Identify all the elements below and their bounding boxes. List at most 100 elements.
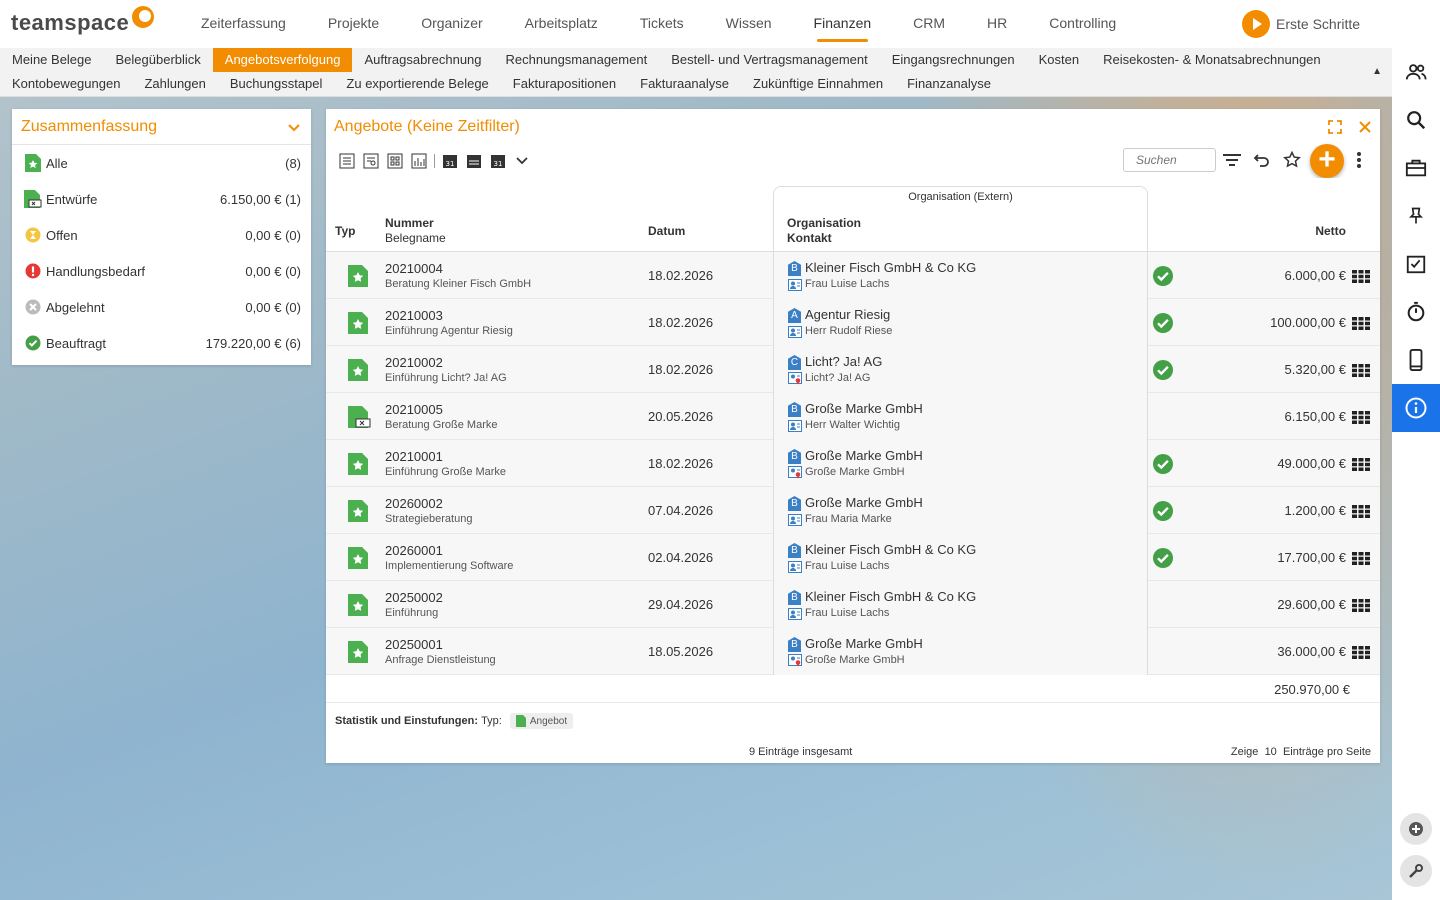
table-row[interactable]: 20260001 Implementierung Software 02.04.20…: [326, 534, 1380, 581]
list-view-icon[interactable]: [338, 152, 356, 170]
subnav-fakturapositionen[interactable]: Fakturapositionen: [501, 72, 628, 96]
topnav-controlling[interactable]: Controlling: [1028, 0, 1137, 48]
topnav-projekte[interactable]: Projekte: [307, 0, 400, 48]
contacts-icon[interactable]: [1392, 48, 1440, 96]
contact-name[interactable]: Frau Luise Lachs: [805, 607, 889, 619]
filter-icon[interactable]: [1221, 149, 1243, 171]
search-icon[interactable]: [1392, 96, 1440, 144]
grid-menu-icon[interactable]: [1352, 270, 1370, 288]
org-name[interactable]: Kleiner Fisch GmbH & Co KG: [805, 542, 976, 557]
subnav-angebotsverfolgung[interactable]: Angebotsverfolgung: [212, 48, 353, 72]
subnav-fakturaanalyse[interactable]: Fakturaanalyse: [628, 72, 741, 96]
topnav-wissen[interactable]: Wissen: [705, 0, 793, 48]
col-netto[interactable]: Netto: [1315, 224, 1346, 239]
summary-item-offen[interactable]: Offen 0,00 € (0): [12, 217, 311, 253]
chevron-down-icon[interactable]: [286, 119, 302, 135]
grid-menu-icon[interactable]: [1352, 458, 1370, 476]
subnav-buchungsstapel[interactable]: Buchungsstapel: [218, 72, 335, 96]
topnav-arbeitsplatz[interactable]: Arbeitsplatz: [504, 0, 619, 48]
pin-icon[interactable]: [1392, 192, 1440, 240]
grid-menu-icon[interactable]: [1352, 599, 1370, 617]
topnav-tickets[interactable]: Tickets: [619, 0, 705, 48]
first-steps-button[interactable]: Erste Schritte: [1242, 10, 1360, 38]
grid-menu-icon[interactable]: [1352, 646, 1370, 664]
col-kontakt[interactable]: Kontakt: [787, 231, 832, 246]
type-badge[interactable]: Angebot: [509, 713, 574, 729]
calendar-week-icon[interactable]: [465, 152, 483, 170]
chart-view-icon[interactable]: [410, 152, 428, 170]
star-icon[interactable]: [1281, 149, 1303, 171]
topnav-finanzen[interactable]: Finanzen: [793, 0, 893, 48]
summary-header[interactable]: Zusammenfassung: [12, 109, 311, 145]
calendar-day-icon[interactable]: 31: [441, 152, 459, 170]
org-name[interactable]: Große Marke GmbH: [805, 495, 923, 510]
contact-name[interactable]: Große Marke GmbH: [805, 466, 905, 478]
org-name[interactable]: Licht? Ja! AG: [805, 354, 882, 369]
table-row[interactable]: 20210004 Beratung Kleiner Fisch GmbH 18.02…: [326, 252, 1380, 299]
maximize-icon[interactable]: [1328, 120, 1342, 134]
org-name[interactable]: Kleiner Fisch GmbH & Co KG: [805, 589, 976, 604]
contact-name[interactable]: Frau Luise Lachs: [805, 278, 889, 290]
table-row[interactable]: 20250001 Anfrage Dienstleistung 18.05.2026…: [326, 628, 1380, 675]
more-menu-icon[interactable]: [1348, 149, 1370, 171]
folder-icon[interactable]: [1392, 144, 1440, 192]
undo-icon[interactable]: [1251, 149, 1273, 171]
tile-view-icon[interactable]: [386, 152, 404, 170]
col-datum[interactable]: Datum: [648, 224, 685, 239]
table-row[interactable]: 20250002 Einführung 29.04.2026 B Kleiner Fis…: [326, 581, 1380, 628]
wrench-icon[interactable]: [1400, 855, 1432, 887]
summary-item-handlungsbedarf[interactable]: Handlungsbedarf 0,00 € (0): [12, 253, 311, 289]
grid-menu-icon[interactable]: [1352, 411, 1370, 429]
summary-item-alle[interactable]: Alle (8): [12, 145, 311, 181]
subnav-kosten[interactable]: Kosten: [1027, 48, 1091, 72]
contact-name[interactable]: Licht? Ja! AG: [805, 372, 870, 384]
chevron-down-icon[interactable]: [513, 152, 531, 170]
topnav-crm[interactable]: CRM: [892, 0, 966, 48]
subnav-eingangsrechnungen[interactable]: Eingangsrechnungen: [880, 48, 1027, 72]
grid-menu-icon[interactable]: [1352, 364, 1370, 382]
subnav-zu-exportierende-belege[interactable]: Zu exportierende Belege: [334, 72, 500, 96]
table-row[interactable]: 20260002 Strategieberatung 07.04.2026 B Groß…: [326, 487, 1380, 534]
col-organisation[interactable]: Organisation: [787, 216, 861, 231]
tasks-icon[interactable]: [1392, 240, 1440, 288]
table-row[interactable]: 20210003 Einführung Agentur Riesig 18.02.2…: [326, 299, 1380, 346]
org-name[interactable]: Agentur Riesig: [805, 307, 890, 322]
org-name[interactable]: Große Marke GmbH: [805, 448, 923, 463]
add-widget-icon[interactable]: [1400, 813, 1432, 845]
summary-item-abgelehnt[interactable]: Abgelehnt 0,00 € (0): [12, 289, 311, 325]
subnav-belegueberblick[interactable]: Belegüberblick: [104, 48, 213, 72]
subnav-meine-belege[interactable]: Meine Belege: [0, 48, 104, 72]
contact-name[interactable]: Herr Walter Wichtig: [805, 419, 900, 431]
info-icon[interactable]: [1392, 384, 1440, 432]
subnav-zahlungen[interactable]: Zahlungen: [132, 72, 217, 96]
org-name[interactable]: Kleiner Fisch GmbH & Co KG: [805, 260, 976, 275]
subnav-bestell-und-vertragsmanagement[interactable]: Bestell- und Vertragsmanagement: [659, 48, 880, 72]
topnav-zeiterfassung[interactable]: Zeiterfassung: [180, 0, 307, 48]
topnav-organizer[interactable]: Organizer: [400, 0, 503, 48]
contact-name[interactable]: Frau Luise Lachs: [805, 560, 889, 572]
subnav-finanzanalyse[interactable]: Finanzanalyse: [895, 72, 1003, 96]
stopwatch-icon[interactable]: [1392, 288, 1440, 336]
calendar-month-icon[interactable]: 31: [489, 152, 507, 170]
search-input[interactable]: [1123, 148, 1216, 172]
col-nummer[interactable]: Nummer: [385, 216, 434, 231]
close-icon[interactable]: [1358, 120, 1372, 134]
collapse-arrow-icon[interactable]: ▲: [1372, 66, 1382, 77]
table-row[interactable]: 20210005 Beratung Große Marke 20.05.2026 B G…: [326, 393, 1380, 440]
grid-menu-icon[interactable]: [1352, 505, 1370, 523]
col-belegname[interactable]: Belegname: [385, 231, 446, 246]
subnav-auftragsabrechnung[interactable]: Auftragsabrechnung: [352, 48, 493, 72]
mobile-icon[interactable]: [1392, 336, 1440, 384]
summary-item-beauftragt[interactable]: Beauftragt 179.220,00 € (6): [12, 325, 311, 361]
org-name[interactable]: Große Marke GmbH: [805, 401, 923, 416]
contact-name[interactable]: Große Marke GmbH: [805, 654, 905, 666]
add-button[interactable]: +: [1310, 144, 1344, 178]
subnav-zukuenftige-einnahmen[interactable]: Zukünftige Einnahmen: [741, 72, 895, 96]
subnav-rechnungsmanagement[interactable]: Rechnungsmanagement: [494, 48, 660, 72]
grid-menu-icon[interactable]: [1352, 552, 1370, 570]
table-row[interactable]: 20210002 Einführung Licht? Ja! AG 18.02.20…: [326, 346, 1380, 393]
contact-name[interactable]: Herr Rudolf Riese: [805, 325, 892, 337]
grid-menu-icon[interactable]: [1352, 317, 1370, 335]
teamspace-logo[interactable]: teamspace: [11, 6, 155, 36]
contact-name[interactable]: Frau Maria Marke: [805, 513, 892, 525]
